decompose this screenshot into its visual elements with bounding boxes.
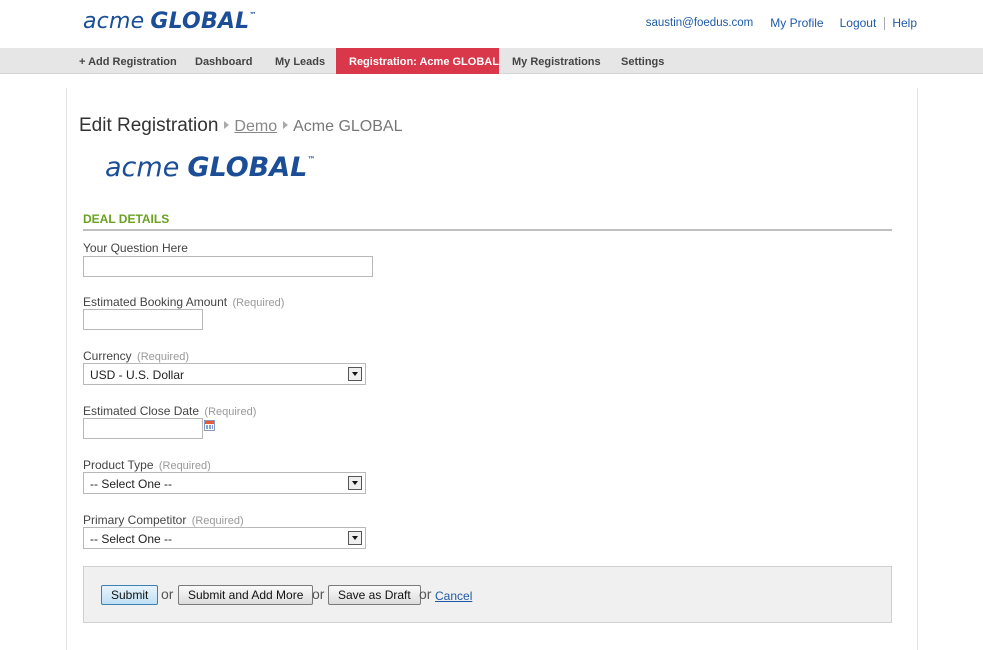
close-date-input[interactable] xyxy=(83,418,203,439)
company-logo-trademark: ™ xyxy=(307,155,316,164)
primary-competitor-label: Primary Competitor (Required) xyxy=(83,513,244,527)
or-separator: or xyxy=(161,586,174,602)
product-type-select-value: -- Select One -- xyxy=(90,477,173,491)
calendar-icon[interactable] xyxy=(204,420,215,431)
currency-select-value: USD - U.S. Dollar xyxy=(90,368,185,382)
required-indicator: (Required) xyxy=(137,351,189,363)
submit-button[interactable]: Submit xyxy=(101,585,159,605)
form-actions: Submit or Submit and Add More or Save as… xyxy=(83,566,892,623)
main-nav: + Add Registration Dashboard My Leads Re… xyxy=(0,48,983,74)
nav-settings[interactable]: Settings xyxy=(608,48,677,74)
chevron-down-icon[interactable] xyxy=(348,367,362,381)
booking-amount-label: Estimated Booking Amount (Required) xyxy=(83,295,284,309)
page-heading: Edit Registration Demo Acme GLOBAL xyxy=(79,115,402,137)
logo-trademark: ™ xyxy=(249,11,257,19)
or-separator: or xyxy=(419,586,432,602)
logo-text-acme: acme xyxy=(83,9,145,34)
header-logo[interactable]: acme GLOBAL™ xyxy=(83,9,257,34)
help-link[interactable]: Help xyxy=(892,16,917,30)
content-panel: Edit Registration Demo Acme GLOBAL acme G… xyxy=(66,88,918,650)
company-logo: acme GLOBAL™ xyxy=(105,152,315,183)
breadcrumb-current: Acme GLOBAL xyxy=(293,118,403,135)
logout-link[interactable]: Logout xyxy=(840,16,877,30)
logo-text-global: GLOBAL xyxy=(150,9,250,34)
currency-label-text: Currency xyxy=(83,349,132,363)
primary-competitor-select[interactable]: -- Select One -- xyxy=(83,527,366,549)
breadcrumb-demo-link[interactable]: Demo xyxy=(234,118,277,136)
submit-and-add-more-button[interactable]: Submit and Add More xyxy=(178,585,314,605)
nav-dashboard[interactable]: Dashboard xyxy=(182,48,265,74)
close-date-label-text: Estimated Close Date xyxy=(83,404,200,418)
or-separator: or xyxy=(312,586,325,602)
nav-my-leads[interactable]: My Leads xyxy=(262,48,338,74)
page-title: Edit Registration xyxy=(79,115,219,136)
user-email-link[interactable]: saustin@foedus.com xyxy=(646,17,754,29)
required-indicator: (Required) xyxy=(191,515,244,527)
chevron-down-icon[interactable] xyxy=(348,476,362,490)
nav-my-registrations[interactable]: My Registrations xyxy=(499,48,614,74)
section-title-deal-details: DEAL DETAILS xyxy=(83,212,892,231)
company-logo-acme: acme xyxy=(105,152,180,183)
booking-amount-input[interactable] xyxy=(83,309,203,330)
save-as-draft-button[interactable]: Save as Draft xyxy=(328,585,421,605)
nav-add-registration[interactable]: + Add Registration xyxy=(66,48,190,74)
required-indicator: (Required) xyxy=(158,460,211,472)
product-type-select[interactable]: -- Select One -- xyxy=(83,472,366,494)
question-label: Your Question Here xyxy=(83,241,188,255)
user-links: saustin@foedus.com My Profile Logout Hel… xyxy=(646,16,917,30)
close-date-label: Estimated Close Date (Required) xyxy=(83,404,256,418)
required-indicator: (Required) xyxy=(204,406,257,418)
breadcrumb-arrow-icon xyxy=(283,121,289,129)
currency-label: Currency (Required) xyxy=(83,349,189,363)
product-type-label-text: Product Type xyxy=(83,458,154,472)
currency-select[interactable]: USD - U.S. Dollar xyxy=(83,363,366,385)
question-input[interactable] xyxy=(83,256,373,277)
question-label-text: Your Question Here xyxy=(83,241,188,255)
my-profile-link[interactable]: My Profile xyxy=(770,16,823,30)
breadcrumb-arrow-icon xyxy=(224,121,230,129)
top-header: acme GLOBAL™ saustin@foedus.com My Profil… xyxy=(0,0,983,48)
cancel-link[interactable]: Cancel xyxy=(435,589,472,603)
link-divider xyxy=(884,16,886,30)
required-indicator: (Required) xyxy=(232,297,285,309)
product-type-label: Product Type (Required) xyxy=(83,458,211,472)
booking-amount-label-text: Estimated Booking Amount xyxy=(83,295,228,309)
company-logo-global: GLOBAL xyxy=(187,152,308,183)
chevron-down-icon[interactable] xyxy=(348,531,362,545)
nav-registration-acme-global[interactable]: Registration: Acme GLOBAL xyxy=(336,48,499,74)
primary-competitor-label-text: Primary Competitor xyxy=(83,513,187,527)
primary-competitor-select-value: -- Select One -- xyxy=(90,532,173,546)
